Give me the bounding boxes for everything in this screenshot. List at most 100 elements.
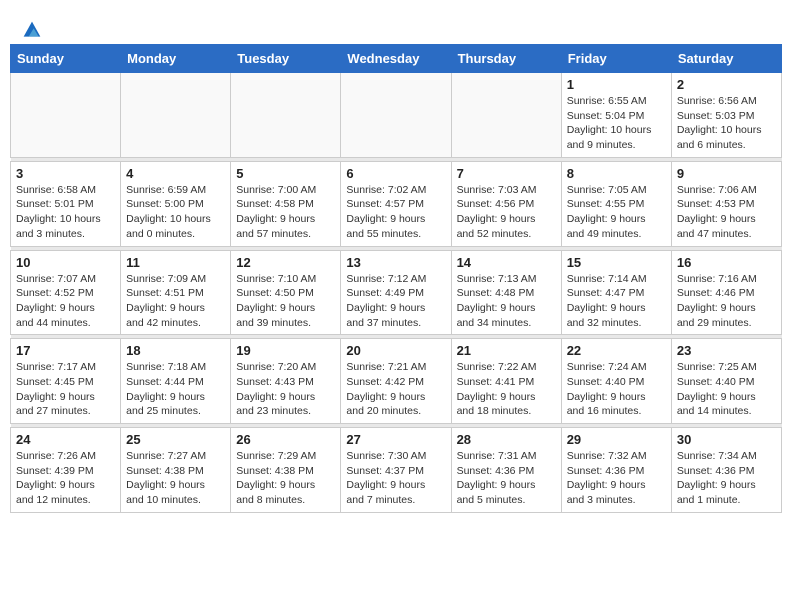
- calendar-week-row: 17 Sunrise: 7:17 AM Sunset: 4:45 PM Dayli…: [11, 339, 782, 424]
- day-info: Sunrise: 7:06 AM Sunset: 4:53 PM Dayligh…: [677, 183, 776, 242]
- day-info: Sunrise: 7:21 AM Sunset: 4:42 PM Dayligh…: [346, 360, 445, 419]
- day-info: Sunrise: 7:20 AM Sunset: 4:43 PM Dayligh…: [236, 360, 335, 419]
- day-info: Sunrise: 6:56 AM Sunset: 5:03 PM Dayligh…: [677, 94, 776, 153]
- calendar-table: SundayMondayTuesdayWednesdayThursdayFrid…: [10, 44, 782, 513]
- day-number: 16: [677, 255, 776, 270]
- calendar-day: 11Sunrise: 7:09 AM Sunset: 4:51 PM Dayli…: [121, 250, 231, 335]
- day-number: 2: [677, 77, 776, 92]
- calendar-header-monday: Monday: [121, 45, 231, 73]
- calendar-day: 5 Sunrise: 7:00 AM Sunset: 4:58 PM Daylig…: [231, 161, 341, 246]
- day-info: Sunrise: 6:58 AM Sunset: 5:01 PM Dayligh…: [16, 183, 115, 242]
- day-info: Sunrise: 7:24 AM Sunset: 4:40 PM Dayligh…: [567, 360, 666, 419]
- calendar-header-saturday: Saturday: [671, 45, 781, 73]
- calendar-day: 24 Sunrise: 7:26 AM Sunset: 4:39 PM Dayli…: [11, 428, 121, 513]
- day-number: 9: [677, 166, 776, 181]
- day-number: 10: [16, 255, 115, 270]
- day-number: 29: [567, 432, 666, 447]
- day-info: Sunrise: 7:14 AM Sunset: 4:47 PM Dayligh…: [567, 272, 666, 331]
- calendar-day: 4 Sunrise: 6:59 AM Sunset: 5:00 PM Daylig…: [121, 161, 231, 246]
- day-number: 8: [567, 166, 666, 181]
- day-info: Sunrise: 7:18 AM Sunset: 4:44 PM Dayligh…: [126, 360, 225, 419]
- calendar-day: 8 Sunrise: 7:05 AM Sunset: 4:55 PM Daylig…: [561, 161, 671, 246]
- day-info: Sunrise: 7:16 AM Sunset: 4:46 PM Dayligh…: [677, 272, 776, 331]
- day-number: 12: [236, 255, 335, 270]
- calendar-day: 23 Sunrise: 7:25 AM Sunset: 4:40 PM Dayli…: [671, 339, 781, 424]
- calendar-day: 19 Sunrise: 7:20 AM Sunset: 4:43 PM Dayli…: [231, 339, 341, 424]
- day-number: 14: [457, 255, 556, 270]
- calendar-day: 14 Sunrise: 7:13 AM Sunset: 4:48 PM Dayli…: [451, 250, 561, 335]
- calendar-day: [341, 73, 451, 158]
- calendar-day: 16 Sunrise: 7:16 AM Sunset: 4:46 PM Dayli…: [671, 250, 781, 335]
- calendar-day: 26Sunrise: 7:29 AM Sunset: 4:38 PM Dayli…: [231, 428, 341, 513]
- calendar-day: 9 Sunrise: 7:06 AM Sunset: 4:53 PM Daylig…: [671, 161, 781, 246]
- day-number: 30: [677, 432, 776, 447]
- calendar-day: [121, 73, 231, 158]
- calendar-week-row: 3 Sunrise: 6:58 AM Sunset: 5:01 PM Daylig…: [11, 161, 782, 246]
- calendar-header-wednesday: Wednesday: [341, 45, 451, 73]
- calendar-week-row: 10Sunrise: 7:07 AM Sunset: 4:52 PM Dayli…: [11, 250, 782, 335]
- day-number: 19: [236, 343, 335, 358]
- logo-icon: [22, 20, 42, 40]
- header: [10, 10, 782, 39]
- day-info: Sunrise: 6:55 AM Sunset: 5:04 PM Dayligh…: [567, 94, 666, 153]
- day-info: Sunrise: 7:26 AM Sunset: 4:39 PM Dayligh…: [16, 449, 115, 508]
- day-info: Sunrise: 7:02 AM Sunset: 4:57 PM Dayligh…: [346, 183, 445, 242]
- day-number: 22: [567, 343, 666, 358]
- calendar-day: 22 Sunrise: 7:24 AM Sunset: 4:40 PM Dayli…: [561, 339, 671, 424]
- day-info: Sunrise: 7:32 AM Sunset: 4:36 PM Dayligh…: [567, 449, 666, 508]
- day-number: 24: [16, 432, 115, 447]
- calendar-day: 10Sunrise: 7:07 AM Sunset: 4:52 PM Dayli…: [11, 250, 121, 335]
- calendar-day: 25 Sunrise: 7:27 AM Sunset: 4:38 PM Dayli…: [121, 428, 231, 513]
- calendar-day: 21 Sunrise: 7:22 AM Sunset: 4:41 PM Dayli…: [451, 339, 561, 424]
- day-number: 5: [236, 166, 335, 181]
- calendar-body: 1Sunrise: 6:55 AM Sunset: 5:04 PM Daylig…: [11, 73, 782, 513]
- calendar-week-row: 1Sunrise: 6:55 AM Sunset: 5:04 PM Daylig…: [11, 73, 782, 158]
- day-info: Sunrise: 7:13 AM Sunset: 4:48 PM Dayligh…: [457, 272, 556, 331]
- calendar-day: 30 Sunrise: 7:34 AM Sunset: 4:36 PM Dayli…: [671, 428, 781, 513]
- calendar-day: 7Sunrise: 7:03 AM Sunset: 4:56 PM Daylig…: [451, 161, 561, 246]
- day-number: 25: [126, 432, 225, 447]
- day-number: 13: [346, 255, 445, 270]
- day-number: 11: [126, 255, 225, 270]
- calendar-day: 3 Sunrise: 6:58 AM Sunset: 5:01 PM Daylig…: [11, 161, 121, 246]
- calendar-header-sunday: Sunday: [11, 45, 121, 73]
- logo: [20, 20, 42, 34]
- day-number: 17: [16, 343, 115, 358]
- day-number: 15: [567, 255, 666, 270]
- calendar-day: [11, 73, 121, 158]
- day-number: 18: [126, 343, 225, 358]
- calendar-day: 29 Sunrise: 7:32 AM Sunset: 4:36 PM Dayli…: [561, 428, 671, 513]
- day-number: 7: [457, 166, 556, 181]
- day-info: Sunrise: 7:25 AM Sunset: 4:40 PM Dayligh…: [677, 360, 776, 419]
- calendar-day: [451, 73, 561, 158]
- calendar-day: 2 Sunrise: 6:56 AM Sunset: 5:03 PM Daylig…: [671, 73, 781, 158]
- day-info: Sunrise: 7:29 AM Sunset: 4:38 PM Dayligh…: [236, 449, 335, 508]
- calendar-day: 18 Sunrise: 7:18 AM Sunset: 4:44 PM Dayli…: [121, 339, 231, 424]
- calendar-day: 27Sunrise: 7:30 AM Sunset: 4:37 PM Dayli…: [341, 428, 451, 513]
- calendar-day: 1Sunrise: 6:55 AM Sunset: 5:04 PM Daylig…: [561, 73, 671, 158]
- day-info: Sunrise: 7:17 AM Sunset: 4:45 PM Dayligh…: [16, 360, 115, 419]
- calendar-day: 12 Sunrise: 7:10 AM Sunset: 4:50 PM Dayli…: [231, 250, 341, 335]
- calendar-day: 28 Sunrise: 7:31 AM Sunset: 4:36 PM Dayli…: [451, 428, 561, 513]
- calendar-week-row: 24 Sunrise: 7:26 AM Sunset: 4:39 PM Dayli…: [11, 428, 782, 513]
- day-number: 21: [457, 343, 556, 358]
- day-info: Sunrise: 7:22 AM Sunset: 4:41 PM Dayligh…: [457, 360, 556, 419]
- day-info: Sunrise: 7:30 AM Sunset: 4:37 PM Dayligh…: [346, 449, 445, 508]
- calendar-day: 17 Sunrise: 7:17 AM Sunset: 4:45 PM Dayli…: [11, 339, 121, 424]
- day-info: Sunrise: 7:12 AM Sunset: 4:49 PM Dayligh…: [346, 272, 445, 331]
- day-number: 23: [677, 343, 776, 358]
- day-info: Sunrise: 7:05 AM Sunset: 4:55 PM Dayligh…: [567, 183, 666, 242]
- calendar-day: 6Sunrise: 7:02 AM Sunset: 4:57 PM Daylig…: [341, 161, 451, 246]
- day-number: 3: [16, 166, 115, 181]
- day-info: Sunrise: 7:34 AM Sunset: 4:36 PM Dayligh…: [677, 449, 776, 508]
- day-info: Sunrise: 6:59 AM Sunset: 5:00 PM Dayligh…: [126, 183, 225, 242]
- calendar-day: [231, 73, 341, 158]
- day-info: Sunrise: 7:00 AM Sunset: 4:58 PM Dayligh…: [236, 183, 335, 242]
- day-info: Sunrise: 7:27 AM Sunset: 4:38 PM Dayligh…: [126, 449, 225, 508]
- day-info: Sunrise: 7:10 AM Sunset: 4:50 PM Dayligh…: [236, 272, 335, 331]
- day-number: 28: [457, 432, 556, 447]
- calendar-day: 13 Sunrise: 7:12 AM Sunset: 4:49 PM Dayli…: [341, 250, 451, 335]
- day-number: 4: [126, 166, 225, 181]
- day-info: Sunrise: 7:31 AM Sunset: 4:36 PM Dayligh…: [457, 449, 556, 508]
- calendar-header-row: SundayMondayTuesdayWednesdayThursdayFrid…: [11, 45, 782, 73]
